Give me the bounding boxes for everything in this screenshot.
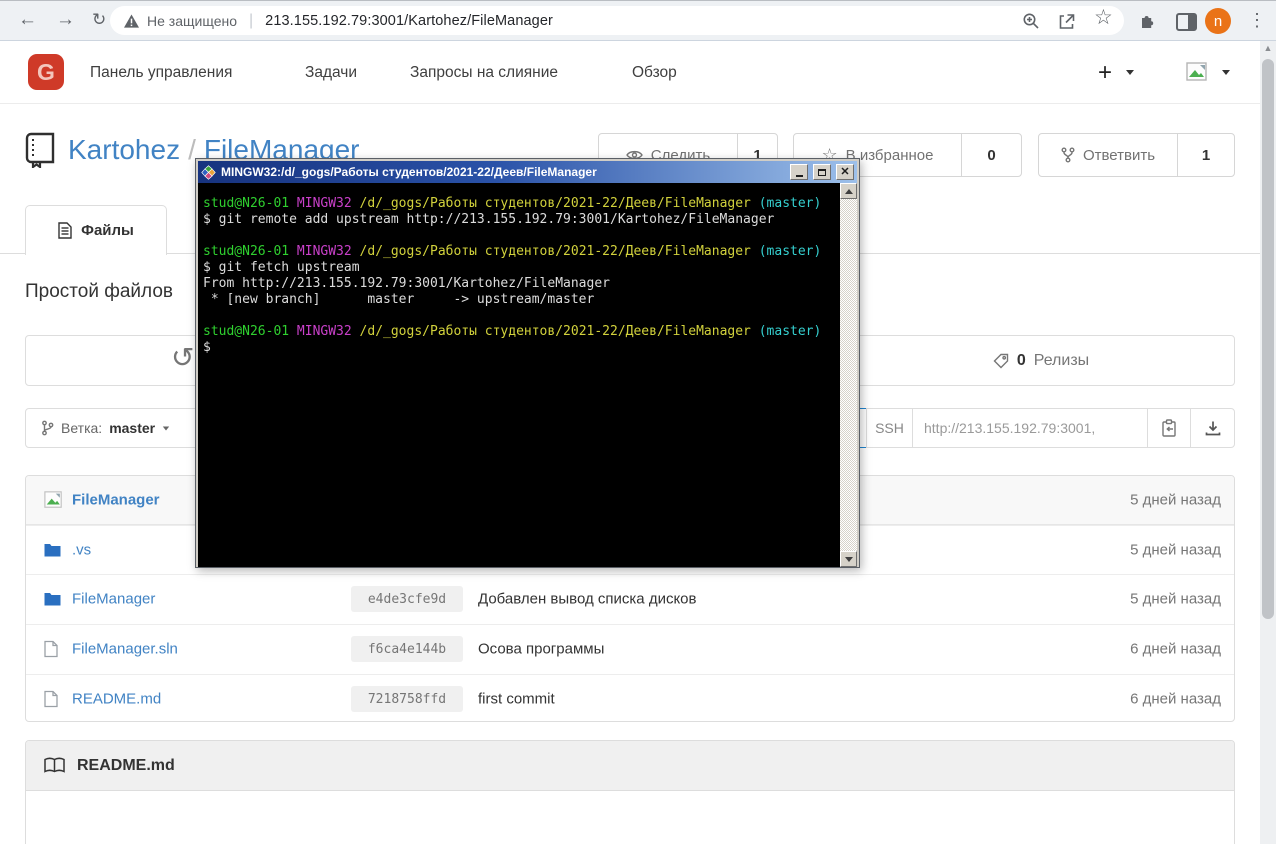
committer-link[interactable]: FileManager xyxy=(72,492,160,509)
releases-label: Релизы xyxy=(1033,351,1090,369)
file-row-filemanager-sln: FileManager.sln f6ca4e144b Осова програм… xyxy=(26,624,1234,673)
nav-pull-requests[interactable]: Запросы на слияние xyxy=(410,41,558,104)
file-link[interactable]: FileManager.sln xyxy=(72,641,178,658)
address-bar[interactable]: Не защищено | 213.155.192.79:3001/Kartoh… xyxy=(110,6,1124,35)
terminal-window[interactable]: MINGW32:/d/_gogs/Работы студентов/2021-2… xyxy=(195,158,860,568)
commit-hash[interactable]: 7218758ffd xyxy=(351,686,463,712)
readme-title: README.md xyxy=(77,756,175,774)
releases-stat[interactable]: 0 Релизы xyxy=(921,336,1161,385)
maximize-button[interactable] xyxy=(813,164,831,180)
repo-owner-link[interactable]: Kartohez xyxy=(68,134,180,165)
readme-header: README.md xyxy=(26,741,1234,791)
folder-icon xyxy=(44,592,61,606)
file-icon xyxy=(44,690,58,708)
file-row-filemanager: FileManager e4de3cfe9d Добавлен вывод сп… xyxy=(26,574,1234,623)
star-count[interactable]: 0 xyxy=(961,134,1021,176)
url-text[interactable]: 213.155.192.79:3001/Kartohez/FileManager xyxy=(265,13,553,29)
gogs-navbar: G Панель управления Задачи Запросы на сл… xyxy=(0,41,1276,104)
commit-message[interactable]: Осова программы xyxy=(478,641,604,658)
download-icon xyxy=(1205,421,1220,436)
branch-caret-icon xyxy=(162,426,170,430)
download-archive-button[interactable] xyxy=(1190,408,1235,448)
fork-icon xyxy=(1061,147,1075,163)
nav-issues[interactable]: Задачи xyxy=(305,41,357,104)
terminal-output[interactable]: stud@N26-01 MINGW32 /d/_gogs/Работы студ… xyxy=(198,183,840,567)
side-panel-icon[interactable] xyxy=(1176,13,1197,31)
user-menu-caret-icon[interactable] xyxy=(1222,41,1230,104)
commit-date: 5 дней назад xyxy=(1130,590,1221,608)
tag-icon xyxy=(993,353,1009,368)
msys-icon xyxy=(201,164,216,180)
branch-label: Ветка: xyxy=(61,420,103,436)
new-repo-caret-icon[interactable] xyxy=(1126,41,1134,104)
file-link[interactable]: FileManager xyxy=(72,591,155,608)
readme-panel: README.md xyxy=(25,740,1235,844)
commit-hash[interactable]: f6ca4e144b xyxy=(351,636,463,662)
browser-toolbar: ← → ↻ Не защищено | 213.155.192.79:3001/… xyxy=(0,0,1276,41)
terminal-body[interactable]: stud@N26-01 MINGW32 /d/_gogs/Работы студ… xyxy=(198,183,857,567)
open-book-icon xyxy=(44,757,65,773)
screen: ← → ↻ Не защищено | 213.155.192.79:3001/… xyxy=(0,0,1276,844)
copy-url-button[interactable] xyxy=(1147,408,1191,448)
side-panel-fill xyxy=(1188,15,1195,29)
reload-icon[interactable]: ↻ xyxy=(92,10,106,30)
commit-date: 6 дней назад xyxy=(1130,690,1221,708)
branch-selector[interactable]: Ветка: master xyxy=(25,408,200,448)
forward-icon[interactable]: → xyxy=(56,10,75,30)
user-avatar-broken-image-icon[interactable] xyxy=(1186,41,1209,104)
commits-history-icon[interactable]: ↺ xyxy=(171,341,194,374)
repo-description: Простой файлов xyxy=(25,281,174,302)
file-icon xyxy=(44,640,58,658)
zoom-icon[interactable] xyxy=(1022,12,1040,30)
chip-divider: | xyxy=(249,11,254,29)
branch-name: master xyxy=(109,420,156,436)
new-repo-plus-icon[interactable]: + xyxy=(1098,41,1112,104)
releases-count: 0 xyxy=(1016,351,1026,369)
nav-explore[interactable]: Обзор xyxy=(632,41,677,104)
page-scrollbar[interactable]: ▲ xyxy=(1260,41,1276,844)
file-link[interactable]: README.md xyxy=(72,691,161,708)
nav-dashboard[interactable]: Панель управления xyxy=(90,41,232,104)
clone-url-input[interactable]: http://213.155.192.79:3001, xyxy=(912,408,1148,448)
commit-message[interactable]: Добавлен вывод списка дисков xyxy=(478,591,697,608)
fork-count[interactable]: 1 xyxy=(1177,134,1234,176)
terminal-titlebar[interactable]: MINGW32:/d/_gogs/Работы студентов/2021-2… xyxy=(198,161,857,183)
terminal-scrollbar[interactable] xyxy=(840,183,857,567)
page-scroll-up-icon[interactable]: ▲ xyxy=(1260,43,1276,53)
fork-button-group: Ответвить 1 xyxy=(1038,133,1235,177)
gogs-logo[interactable]: G xyxy=(28,54,64,90)
file-row-readme: README.md 7218758ffd first commit 6 дней… xyxy=(26,674,1234,721)
warning-icon xyxy=(124,13,139,28)
browser-profile-avatar[interactable]: n xyxy=(1205,8,1231,34)
file-text-icon xyxy=(58,222,72,239)
file-link[interactable]: .vs xyxy=(72,542,91,559)
clipboard-copy-icon xyxy=(1161,419,1176,437)
page-scrollbar-thumb[interactable] xyxy=(1262,59,1274,619)
security-chip[interactable]: Не защищено xyxy=(147,13,237,29)
minimize-button[interactable] xyxy=(790,164,808,180)
extensions-puzzle-icon[interactable] xyxy=(1138,11,1157,30)
terminal-title: MINGW32:/d/_gogs/Работы студентов/2021-2… xyxy=(221,165,597,179)
commit-date: 6 дней назад xyxy=(1130,640,1221,658)
commit-date: 5 дней назад xyxy=(1130,541,1221,559)
ssh-protocol-button[interactable]: SSH xyxy=(866,408,913,448)
scroll-up-icon[interactable] xyxy=(840,183,857,199)
folder-icon xyxy=(44,543,61,557)
bookmark-star-icon[interactable]: ☆ xyxy=(1094,7,1113,28)
commit-message[interactable]: first commit xyxy=(478,691,555,708)
close-button[interactable]: ✕ xyxy=(836,164,854,180)
scroll-down-icon[interactable] xyxy=(840,551,857,567)
branch-icon xyxy=(42,420,54,436)
browser-menu-icon[interactable]: ⋮ xyxy=(1248,10,1266,30)
fork-button[interactable]: Ответвить xyxy=(1039,134,1177,176)
tab-files[interactable]: Файлы xyxy=(25,205,167,255)
back-icon[interactable]: ← xyxy=(18,10,37,30)
committer-avatar-broken-image-icon xyxy=(44,491,63,510)
repo-book-icon xyxy=(25,132,57,168)
commit-hash[interactable]: e4de3cfe9d xyxy=(351,586,463,612)
share-icon[interactable] xyxy=(1058,12,1076,30)
latest-commit-date: 5 дней назад xyxy=(1130,491,1221,509)
